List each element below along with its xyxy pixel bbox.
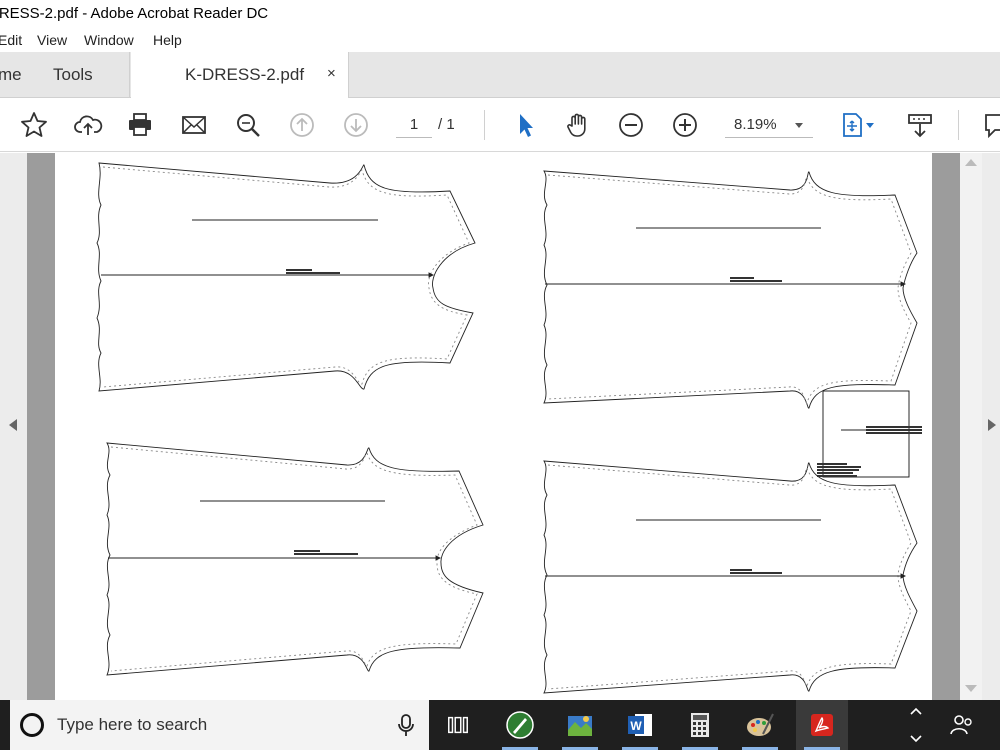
page-gutter-left [27,153,55,700]
hand-icon[interactable] [561,108,595,142]
calculator-icon[interactable] [674,700,726,750]
chevron-down-icon [795,123,803,128]
taskbar: Type here to search W [0,700,1000,750]
zoom-in-icon[interactable] [668,108,702,142]
left-panel-toggle[interactable] [0,153,27,700]
pdf-page [55,153,932,700]
star-icon[interactable] [17,108,51,142]
page-up-icon[interactable] [285,108,319,142]
cortana-icon [20,713,44,737]
document-viewport[interactable] [0,153,1000,700]
microphone-icon[interactable] [394,712,418,738]
taskbar-search[interactable]: Type here to search [10,700,429,750]
svg-text:W: W [630,719,642,733]
paint-icon[interactable] [734,700,786,750]
vertical-scrollbar[interactable] [960,153,982,700]
scroll-mode-icon[interactable] [903,108,937,142]
pattern-piece-4 [543,460,918,694]
app-icon-green[interactable] [494,700,546,750]
close-icon[interactable]: × [327,65,336,82]
page-down-icon[interactable] [339,108,373,142]
tab-tools[interactable]: Tools [32,52,130,98]
pattern-piece-2 [543,170,918,409]
select-cursor-icon[interactable] [508,108,542,142]
menu-view[interactable]: View [37,32,67,48]
pattern-drawing [96,162,922,694]
pattern-piece-1 [96,162,476,392]
page-number-input[interactable]: 1 [396,114,432,138]
zoom-level-value: 8.19% [734,116,777,133]
tab-tools-label: Tools [53,65,93,84]
comment-icon[interactable] [982,108,1000,142]
menu-help[interactable]: Help [153,32,182,48]
toolbar-divider [484,110,485,140]
menu-bar: Edit View Window Help [0,28,1000,52]
chevron-left-icon [9,419,17,431]
chevron-right-icon [988,419,996,431]
task-view-icon[interactable] [432,700,484,750]
tab-home[interactable]: me [0,52,32,98]
page-gutter-right [932,153,960,700]
title-bar: DRESS-2.pdf - Adobe Acrobat Reader DC [0,0,1000,28]
zoom-out-icon[interactable] [614,108,648,142]
app-icon-map[interactable] [554,700,606,750]
tab-home-label: me [0,65,22,84]
people-icon[interactable] [948,712,976,738]
toolbar-divider [958,110,959,140]
tray-overflow-icon[interactable] [906,702,926,748]
pattern-piece-3 [106,442,484,676]
search-zoom-icon[interactable] [231,108,265,142]
print-icon[interactable] [123,108,157,142]
tab-document[interactable]: K-DRESS-2.pdf × [131,52,349,99]
window-title: DRESS-2.pdf - Adobe Acrobat Reader DC [0,5,269,22]
acrobat-window: DRESS-2.pdf - Adobe Acrobat Reader DC Ed… [0,0,1000,750]
page-total: / 1 [438,116,455,133]
scroll-down-icon[interactable] [965,685,977,692]
zoom-level-select[interactable]: 8.19% [725,114,813,138]
pattern-annotations [286,269,922,574]
search-placeholder: Type here to search [57,715,208,734]
fit-page-dropdown[interactable] [862,108,878,142]
word-icon[interactable]: W [614,700,666,750]
menu-window[interactable]: Window [84,32,134,48]
cloud-upload-icon[interactable] [71,108,105,142]
acrobat-icon[interactable] [796,700,848,750]
mail-icon[interactable] [177,108,211,142]
toolbar: 1 / 1 8.19% [0,98,1000,152]
right-panel-toggle[interactable] [982,153,1000,700]
menu-edit[interactable]: Edit [0,32,22,48]
tab-document-label: K-DRESS-2.pdf [185,65,305,84]
tab-bar: me Tools K-DRESS-2.pdf × [0,52,1000,99]
scroll-up-icon[interactable] [965,159,977,166]
